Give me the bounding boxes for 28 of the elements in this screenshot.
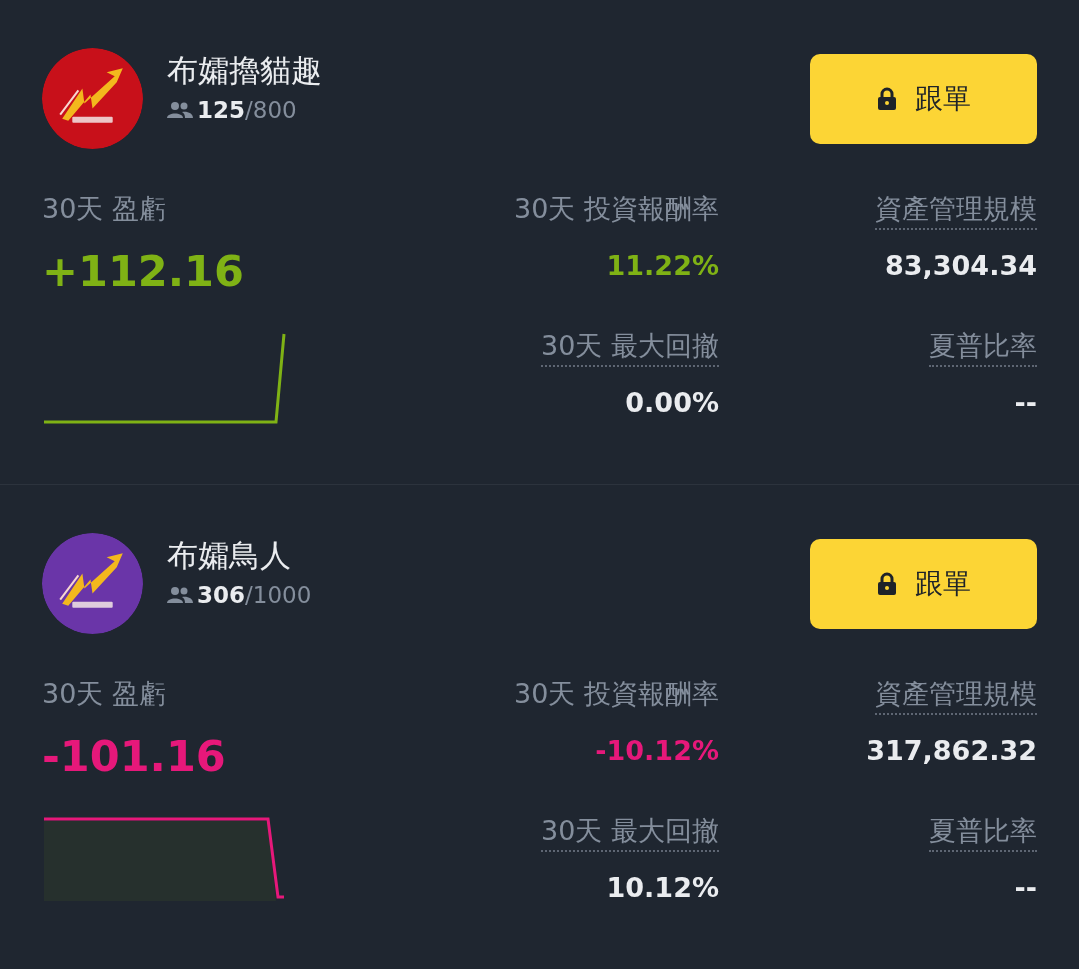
metric-value: 0.00% — [625, 387, 719, 418]
copy-trade-button[interactable]: 跟單 — [810, 54, 1037, 144]
metric-value: -10.12% — [595, 734, 719, 766]
metric-value: 11.22% — [606, 249, 719, 281]
people-icon — [167, 586, 193, 605]
metric-label: 30天 最大回撤 — [541, 328, 719, 368]
pnl-value: +112.16 — [42, 246, 244, 298]
trader-name: 布孀鳥人 — [167, 537, 292, 575]
pnl-value: -101.16 — [42, 731, 226, 783]
metric-value: 83,304.34 — [884, 249, 1037, 281]
follower-count: 125/800 — [197, 96, 297, 126]
pnl-label: 30天 盈虧 — [42, 677, 166, 711]
follower-count: 306/1000 — [197, 581, 312, 611]
metric-label: 30天 投資報酬率 — [514, 192, 719, 226]
metric-value: -- — [1014, 872, 1037, 903]
metric-label: 資產管理規模 — [875, 191, 1037, 231]
metric-value: 10.12% — [606, 872, 719, 903]
people-icon — [167, 101, 193, 120]
metric-label: 夏普比率 — [929, 328, 1037, 368]
metric-label: 資產管理規模 — [875, 676, 1037, 716]
metric-label: 30天 最大回撤 — [541, 813, 719, 853]
pnl-label: 30天 盈虧 — [42, 192, 166, 226]
metric-label: 30天 投資報酬率 — [514, 677, 719, 711]
trader-name: 布孀擼貓趣 — [167, 52, 323, 90]
copy-trade-button[interactable]: 跟單 — [810, 539, 1037, 629]
metric-value: 317,862.32 — [866, 734, 1037, 766]
metric-value: -- — [1014, 387, 1037, 418]
metric-label: 夏普比率 — [929, 813, 1037, 853]
